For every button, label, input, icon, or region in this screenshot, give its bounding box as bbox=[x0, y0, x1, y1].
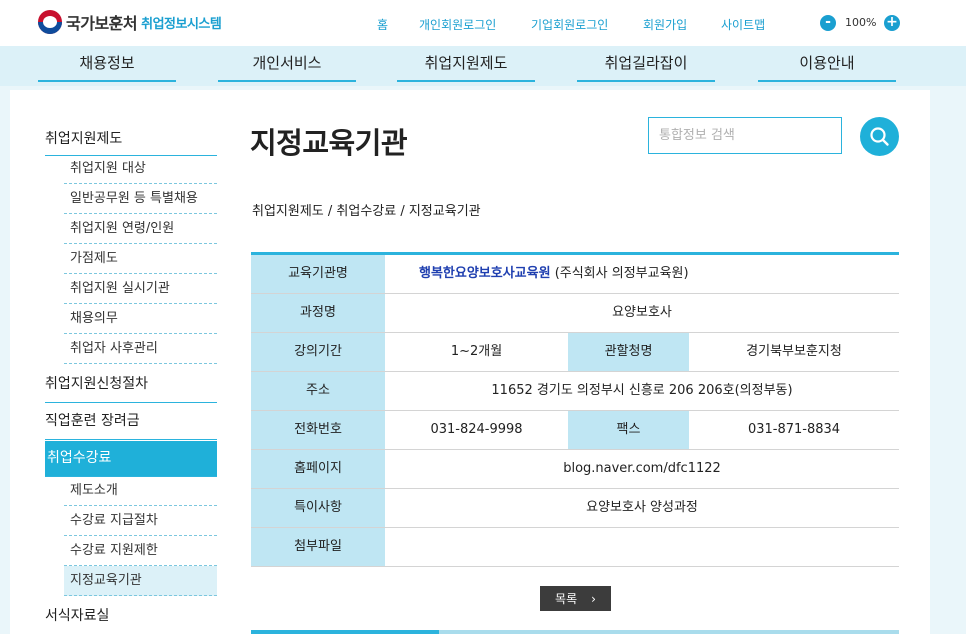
nav-underline bbox=[758, 80, 896, 82]
sidebar-item-obligation[interactable]: 채용의무 bbox=[64, 304, 217, 334]
sidebar-item-designated-institutions[interactable]: 지정교육기관 bbox=[64, 566, 217, 596]
nav-label: 취업지원제도 bbox=[424, 54, 508, 72]
zoom-in-button[interactable]: + bbox=[884, 15, 900, 31]
table-row: 전화번호 031-824-9998 팩스 031-871-8834 bbox=[251, 411, 899, 450]
signup-link[interactable]: 회원가입 bbox=[643, 16, 687, 33]
nav-job-info[interactable]: 채용정보 bbox=[38, 46, 176, 86]
inst-name-header: 교육기관명 bbox=[251, 255, 385, 293]
inst-name-cell: 행복한요양보호사교육원 (주식회사 의정부교육원) bbox=[385, 255, 899, 293]
nav-underline bbox=[218, 80, 356, 82]
notes-header: 특이사항 bbox=[251, 489, 385, 527]
list-button[interactable]: 목록 › bbox=[540, 586, 611, 611]
table-row: 주소 11652 경기도 의정부시 신흥로 206 206호(의정부동) bbox=[251, 372, 899, 411]
sidebar-item-age-quota[interactable]: 취업지원 연령/인원 bbox=[64, 214, 217, 244]
search-button[interactable] bbox=[860, 117, 899, 156]
zoom-out-button[interactable]: - bbox=[820, 15, 836, 31]
sidebar-item-application[interactable]: 취업지원신청절차 bbox=[45, 367, 217, 403]
table-row: 교육기관명 행복한요양보호사교육원 (주식회사 의정부교육원) bbox=[251, 255, 899, 294]
table-row: 첨부파일 bbox=[251, 528, 899, 567]
attachment-cell bbox=[385, 528, 899, 566]
sidebar-item-target[interactable]: 취업지원 대상 bbox=[64, 154, 217, 184]
table-row: 과정명 요양보호사 bbox=[251, 294, 899, 333]
sidebar-item-followup[interactable]: 취업자 사후관리 bbox=[64, 334, 217, 364]
sidebar-item-forms[interactable]: 서식자료실 bbox=[45, 599, 217, 634]
address-header: 주소 bbox=[251, 372, 385, 410]
institution-detail-table: 교육기관명 행복한요양보호사교육원 (주식회사 의정부교육원) 과정명 요양보호… bbox=[251, 252, 899, 567]
search-icon bbox=[870, 127, 889, 146]
homepage-link[interactable]: blog.naver.com/dfc1122 bbox=[385, 450, 899, 488]
nav-employment-support[interactable]: 취업지원제도 bbox=[397, 46, 535, 86]
office-header: 관할청명 bbox=[568, 333, 689, 371]
sidebar-item-training-allowance[interactable]: 직업훈련 장려금 bbox=[45, 404, 217, 440]
company-login-link[interactable]: 기업회원로그인 bbox=[531, 16, 608, 33]
bottom-divider bbox=[251, 630, 899, 634]
logo-org-name: 국가보훈처 bbox=[66, 14, 138, 33]
logo[interactable]: 국가보훈처 취업정보시스템 bbox=[38, 10, 222, 34]
sidebar-item-restrictions[interactable]: 수강료 지원제한 bbox=[64, 536, 217, 566]
nav-career-guide[interactable]: 취업길라잡이 bbox=[577, 46, 715, 86]
top-bar: 국가보훈처 취업정보시스템 홈 개인회원로그인 기업회원로그인 회원가입 사이트… bbox=[0, 0, 966, 46]
sidebar-item-tuition[interactable]: 취업수강료 bbox=[45, 441, 217, 477]
logo-system-name: 취업정보시스템 bbox=[141, 16, 222, 32]
nav-underline bbox=[38, 80, 176, 82]
nav-label: 채용정보 bbox=[79, 54, 135, 72]
sidebar-item-payment-procedure[interactable]: 수강료 지급절차 bbox=[64, 506, 217, 536]
nav-underline bbox=[397, 80, 535, 82]
phone-header: 전화번호 bbox=[251, 411, 385, 449]
search-input[interactable] bbox=[648, 117, 842, 154]
period-cell: 1~2개월 bbox=[450, 344, 503, 359]
list-button-label: 목록 bbox=[555, 592, 578, 606]
nav-underline bbox=[577, 80, 715, 82]
sidebar-item-agencies[interactable]: 취업지원 실시기관 bbox=[64, 274, 217, 304]
breadcrumb: 취업지원제도 / 취업수강료 / 지정교육기관 bbox=[252, 204, 481, 219]
nav-label: 개인서비스 bbox=[252, 54, 322, 72]
zoom-level: 100% bbox=[845, 16, 877, 29]
personal-login-link[interactable]: 개인회원로그인 bbox=[419, 16, 496, 33]
fax-cell: 031-871-8834 bbox=[747, 422, 841, 437]
sidebar-item-intro[interactable]: 제도소개 bbox=[64, 476, 217, 506]
nav-label: 취업길라잡이 bbox=[604, 54, 688, 72]
course-cell: 요양보호사 bbox=[612, 305, 672, 320]
table-row: 강의기간 1~2개월 관할청명 경기북부보훈지청 bbox=[251, 333, 899, 372]
chevron-right-icon: › bbox=[591, 592, 596, 606]
bottom-divider-accent bbox=[251, 630, 439, 634]
address-cell: 11652 경기도 의정부시 신흥로 206 206호(의정부동) bbox=[491, 383, 793, 398]
attachment-header: 첨부파일 bbox=[251, 528, 385, 566]
sitemap-link[interactable]: 사이트맵 bbox=[721, 16, 765, 33]
page-title: 지정교육기관 bbox=[250, 126, 408, 160]
nav-usage-guide[interactable]: 이용안내 bbox=[758, 46, 896, 86]
office-cell: 경기북부보훈지청 bbox=[746, 344, 842, 359]
nav-personal-service[interactable]: 개인서비스 bbox=[218, 46, 356, 86]
sidebar-item-special-hiring[interactable]: 일반공무원 등 특별채용 bbox=[64, 184, 217, 214]
inst-corp: (주식회사 의정부교육원) bbox=[550, 266, 689, 281]
homepage-header: 홈페이지 bbox=[251, 450, 385, 488]
main-nav: 채용정보 개인서비스 취업지원제도 취업길라잡이 이용안내 bbox=[0, 46, 966, 86]
taegeuk-logo-icon bbox=[38, 10, 62, 34]
nav-label: 이용안내 bbox=[799, 54, 855, 72]
table-row: 홈페이지 blog.naver.com/dfc1122 bbox=[251, 450, 899, 489]
table-row: 특이사항 요양보호사 양성과정 bbox=[251, 489, 899, 528]
home-link[interactable]: 홈 bbox=[377, 16, 388, 33]
fax-header: 팩스 bbox=[568, 411, 689, 449]
course-header: 과정명 bbox=[251, 294, 385, 332]
sidebar-item-bonus-points[interactable]: 가점제도 bbox=[64, 244, 217, 274]
notes-cell: 요양보호사 양성과정 bbox=[586, 500, 698, 515]
phone-cell: 031-824-9998 bbox=[430, 422, 523, 437]
period-header: 강의기간 bbox=[251, 333, 385, 371]
inst-name: 행복한요양보호사교육원 bbox=[419, 266, 551, 281]
sidebar-title[interactable]: 취업지원제도 bbox=[45, 128, 217, 156]
